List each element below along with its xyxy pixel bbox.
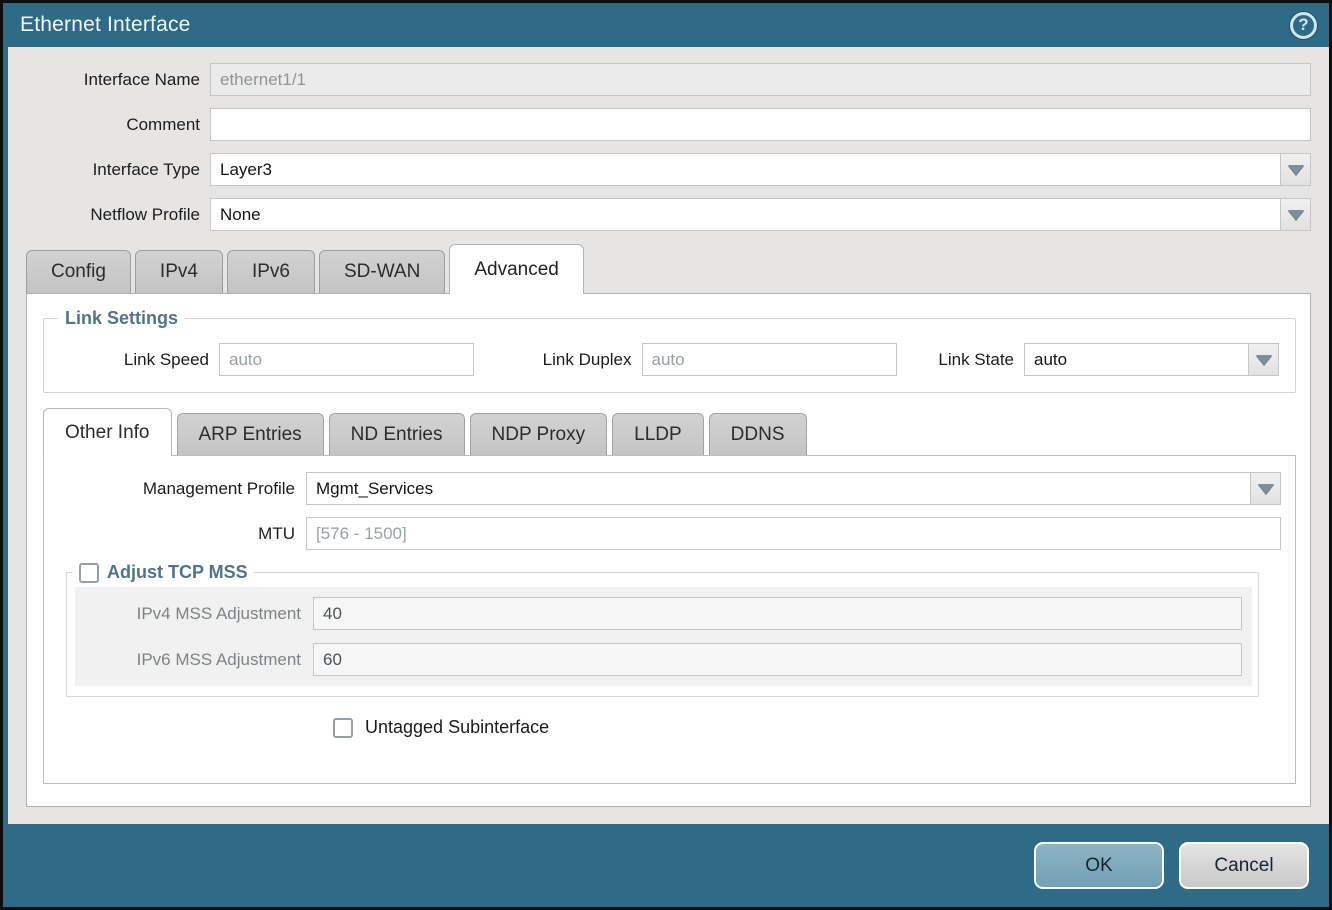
netflow-profile-select[interactable]: None <box>210 198 1280 231</box>
management-profile-row: Management Profile Mgmt_Services <box>44 472 1281 505</box>
tab-ipv6[interactable]: IPv6 <box>227 250 315 293</box>
tab-sdwan[interactable]: SD-WAN <box>319 250 445 293</box>
netflow-profile-label: Netflow Profile <box>20 205 210 225</box>
link-speed-label: Link Speed <box>44 350 219 370</box>
link-duplex-input[interactable] <box>642 343 897 376</box>
subtab-ndp-proxy[interactable]: NDP Proxy <box>470 413 608 455</box>
interface-type-dropdown-button[interactable] <box>1280 153 1311 186</box>
link-settings-fieldset: Link Settings Link Speed Link Duplex Lin… <box>43 308 1296 393</box>
adjust-tcp-mss-checkbox[interactable] <box>79 563 99 583</box>
tab-advanced[interactable]: Advanced <box>449 244 584 294</box>
subtab-nd-entries[interactable]: ND Entries <box>329 413 465 455</box>
dialog-titlebar: Ethernet Interface ? <box>8 3 1329 47</box>
mss-fields-block: IPv4 MSS Adjustment IPv6 MSS Adjustment <box>75 587 1252 686</box>
chevron-down-icon <box>1258 484 1274 494</box>
management-profile-select[interactable]: Mgmt_Services <box>306 472 1250 505</box>
comment-row: Comment <box>20 108 1311 141</box>
untagged-subinterface-row: Untagged Subinterface <box>333 717 1295 738</box>
adjust-tcp-mss-legend: Adjust TCP MSS <box>107 562 248 583</box>
comment-input[interactable] <box>210 108 1311 141</box>
sub-tabs: Other Info ARP Entries ND Entries NDP Pr… <box>27 407 1310 455</box>
management-profile-label: Management Profile <box>44 479 306 499</box>
interface-type-label: Interface Type <box>20 160 210 180</box>
top-form: Interface Name Comment Interface Type La… <box>8 47 1329 243</box>
link-speed-input[interactable] <box>219 343 474 376</box>
untagged-subinterface-checkbox[interactable] <box>333 718 353 738</box>
ipv6-mss-label: IPv6 MSS Adjustment <box>75 650 313 670</box>
subtab-other-info[interactable]: Other Info <box>43 408 172 456</box>
other-info-panel: Management Profile Mgmt_Services MTU <box>43 455 1296 784</box>
ethernet-interface-dialog: Ethernet Interface ? Interface Name Comm… <box>0 0 1332 910</box>
help-icon[interactable]: ? <box>1290 12 1317 39</box>
ipv4-mss-label: IPv4 MSS Adjustment <box>75 604 313 624</box>
interface-type-row: Interface Type Layer3 <box>20 153 1311 186</box>
netflow-profile-dropdown-button[interactable] <box>1280 198 1311 231</box>
chevron-down-icon <box>1256 355 1272 365</box>
chevron-down-icon <box>1288 210 1304 220</box>
interface-type-select[interactable]: Layer3 <box>210 153 1280 186</box>
interface-name-label: Interface Name <box>20 70 210 90</box>
link-duplex-label: Link Duplex <box>482 350 642 370</box>
subtab-arp-entries[interactable]: ARP Entries <box>177 413 324 455</box>
link-state-label: Link State <box>904 350 1024 370</box>
advanced-tab-panel: Link Settings Link Speed Link Duplex Lin… <box>26 293 1311 807</box>
link-settings-row: Link Speed Link Duplex Link State auto <box>44 343 1295 376</box>
ipv4-mss-input[interactable] <box>313 597 1242 630</box>
link-state-select[interactable]: auto <box>1024 343 1248 376</box>
main-tabs: Config IPv4 IPv6 SD-WAN Advanced <box>8 243 1329 293</box>
dialog-frame: Ethernet Interface ? Interface Name Comm… <box>3 3 1329 907</box>
mtu-row: MTU <box>44 517 1281 550</box>
subtab-lldp[interactable]: LLDP <box>612 413 704 455</box>
ipv6-mss-row: IPv6 MSS Adjustment <box>75 643 1242 676</box>
ok-button[interactable]: OK <box>1034 842 1164 889</box>
mtu-input[interactable] <box>306 517 1281 550</box>
mtu-label: MTU <box>44 524 306 544</box>
netflow-profile-row: Netflow Profile None <box>20 198 1311 231</box>
tab-ipv4[interactable]: IPv4 <box>135 250 223 293</box>
management-profile-dropdown-button[interactable] <box>1250 472 1281 505</box>
tab-config[interactable]: Config <box>26 250 131 293</box>
subtab-ddns[interactable]: DDNS <box>709 413 807 455</box>
interface-name-input <box>210 63 1311 96</box>
adjust-tcp-mss-fieldset: Adjust TCP MSS IPv4 MSS Adjustment IPv6 … <box>66 562 1259 697</box>
dialog-footer: OK Cancel <box>8 824 1329 907</box>
link-settings-legend: Link Settings <box>65 308 178 328</box>
comment-label: Comment <box>20 115 210 135</box>
ipv4-mss-row: IPv4 MSS Adjustment <box>75 597 1242 630</box>
ipv6-mss-input[interactable] <box>313 643 1242 676</box>
dialog-title: Ethernet Interface <box>20 13 191 37</box>
footer-gap <box>8 807 1329 824</box>
untagged-subinterface-label: Untagged Subinterface <box>365 717 549 738</box>
link-state-dropdown-button[interactable] <box>1248 343 1279 376</box>
interface-name-row: Interface Name <box>20 63 1311 96</box>
chevron-down-icon <box>1288 165 1304 175</box>
cancel-button[interactable]: Cancel <box>1179 842 1309 889</box>
